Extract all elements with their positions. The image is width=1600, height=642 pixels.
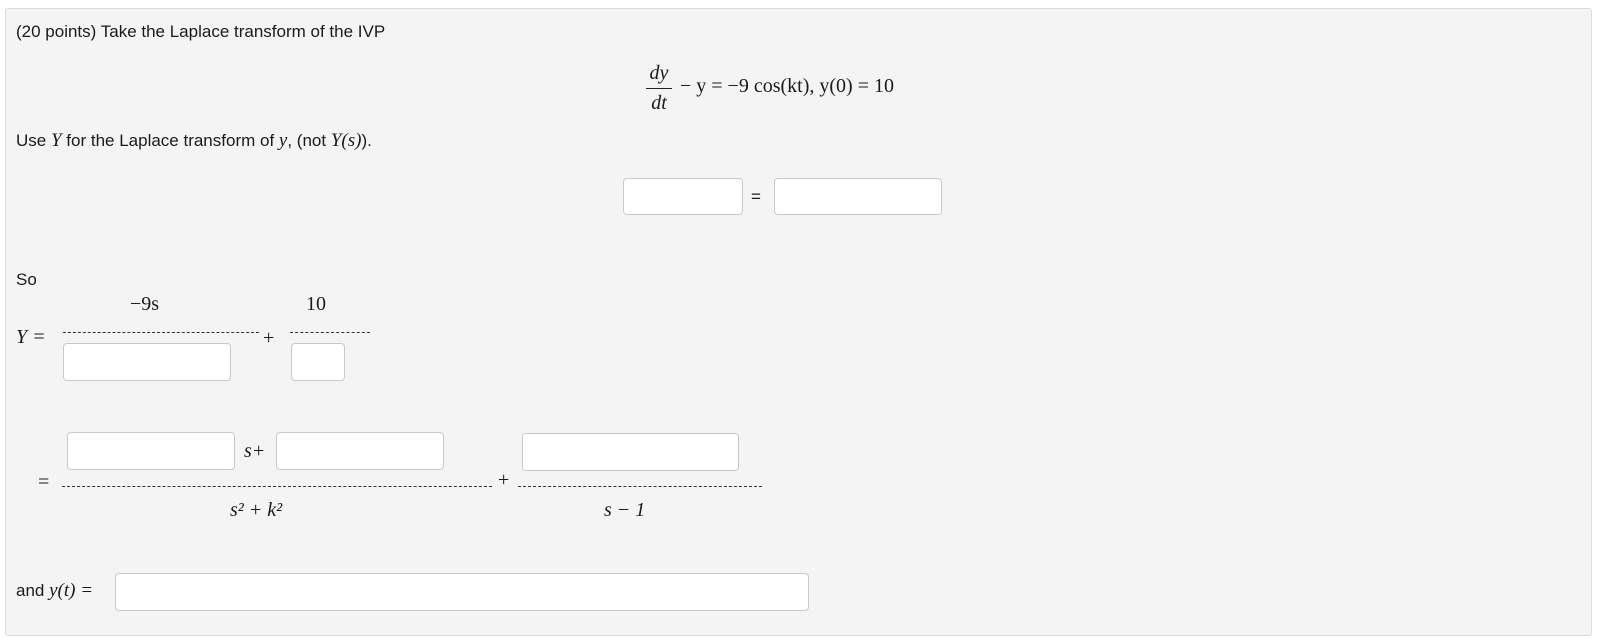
den1-input[interactable]	[63, 343, 231, 381]
s-plus: s+	[244, 440, 266, 462]
transform-left-input[interactable]	[623, 178, 743, 215]
instruction-tail-open: , (not	[287, 131, 327, 150]
den-s2-k2: s² + k²	[230, 499, 283, 521]
instruction-tail-close: ).	[361, 131, 372, 150]
den2-input[interactable]	[291, 343, 345, 381]
coef2-input[interactable]	[276, 432, 444, 470]
eq-rest: − y = −9 cos(kt), y(0) = 10	[680, 75, 894, 97]
instruction-mid: for the Laplace transform of	[66, 131, 275, 150]
final-yt: y(t) =	[49, 580, 94, 601]
instruction-line: Use Y for the Laplace transform of y, (n…	[16, 130, 372, 152]
plus-sign-1: +	[263, 327, 275, 349]
plus-sign-2: +	[498, 469, 510, 491]
eq-dt: dt	[651, 92, 667, 114]
eq-dy: dy	[649, 62, 669, 84]
fraction-dash-4	[518, 486, 762, 487]
so-label: So	[16, 270, 37, 289]
final-label: and y(t) =	[16, 580, 93, 602]
instruction-Y: Y	[50, 130, 62, 151]
coef3-input[interactable]	[522, 433, 739, 471]
problem-statement: (20 points) Take the Laplace transform o…	[16, 22, 386, 41]
eq-fraction-bar	[646, 88, 672, 89]
transform-right-input[interactable]	[774, 178, 942, 215]
instruction-Ys: Y(s)	[330, 130, 362, 151]
transform-equals: =	[751, 187, 761, 206]
final-and: and	[16, 581, 45, 600]
equals-sign-2: =	[38, 471, 50, 493]
coef1-input[interactable]	[67, 432, 235, 470]
num2: 10	[306, 293, 326, 315]
fraction-dash-1	[63, 332, 259, 333]
final-answer-input[interactable]	[115, 573, 809, 611]
fraction-dash-2	[290, 332, 370, 333]
question-panel	[5, 8, 1592, 636]
den-s-minus-1: s − 1	[604, 499, 646, 521]
fraction-dash-3	[62, 486, 492, 487]
instruction-use: Use	[16, 131, 47, 150]
num1: −9s	[130, 293, 160, 315]
Y-equals: Y =	[16, 326, 46, 348]
